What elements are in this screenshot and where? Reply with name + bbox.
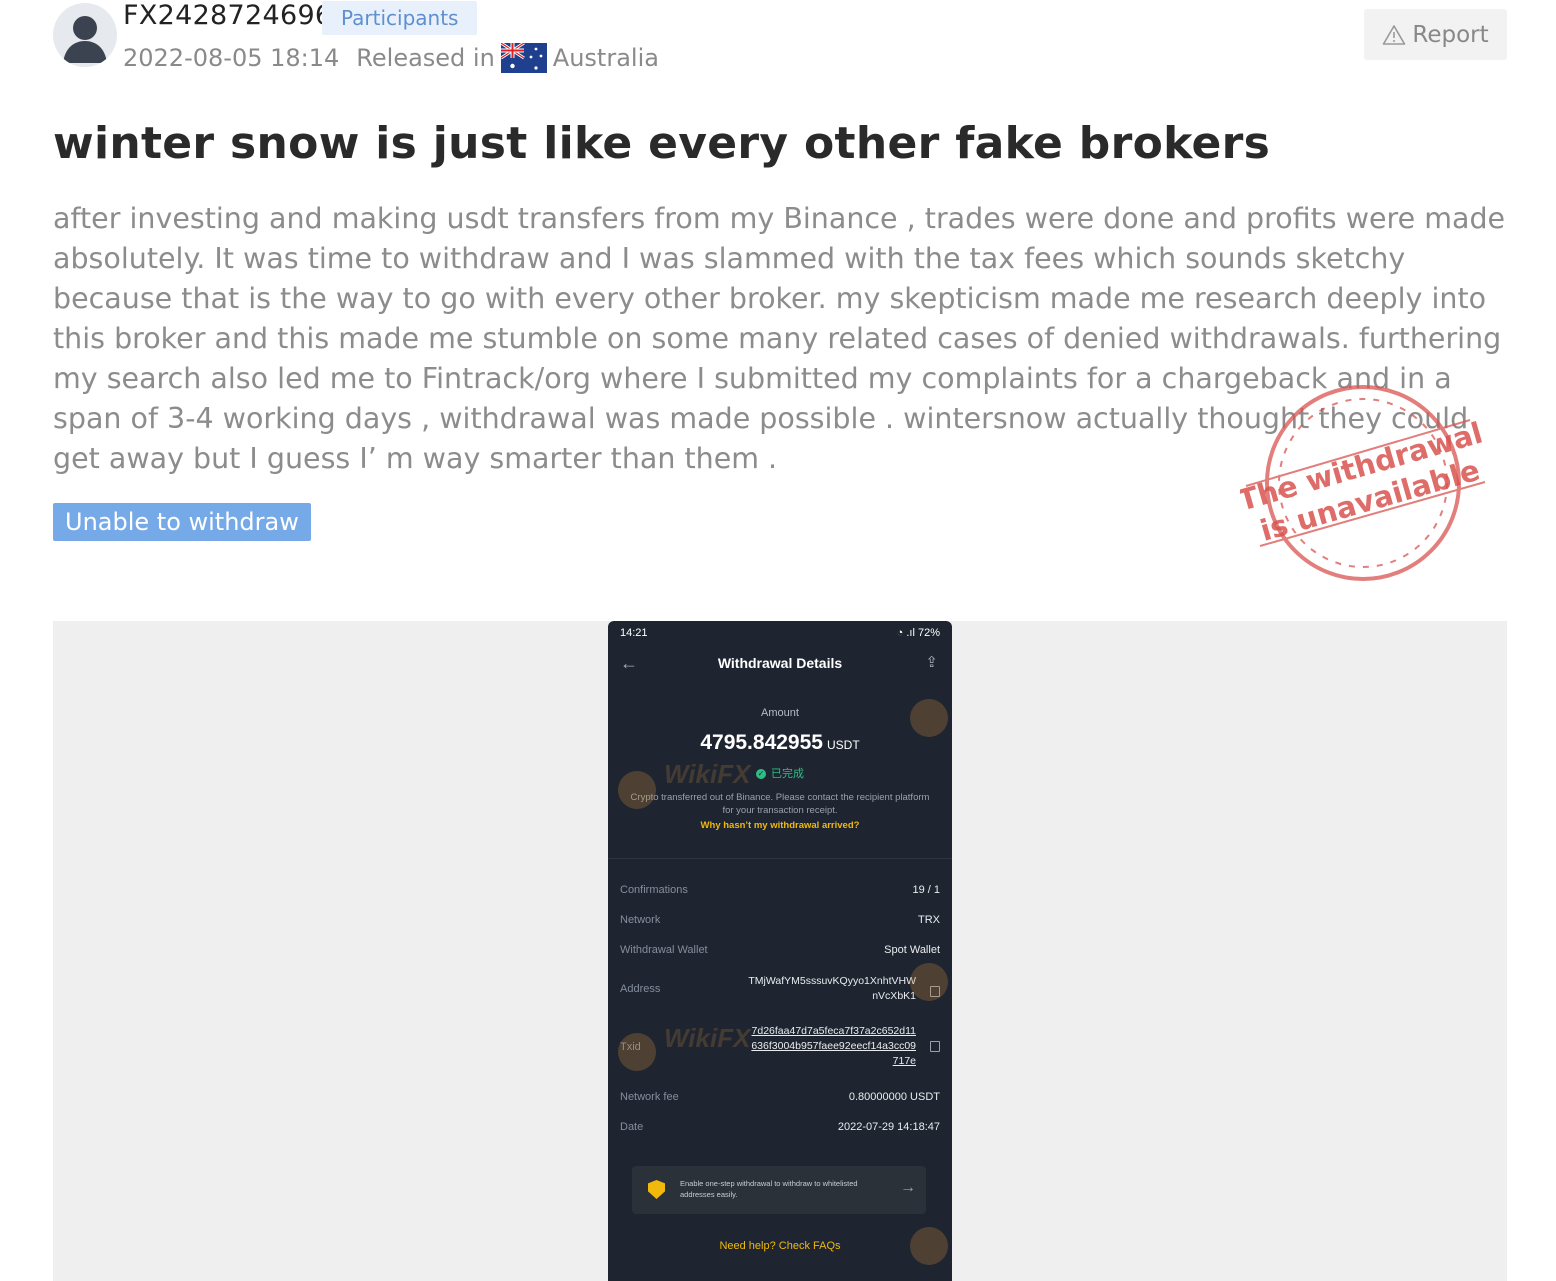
- user-avatar[interactable]: [53, 3, 117, 67]
- report-button[interactable]: Report: [1364, 9, 1507, 60]
- watermark-text: WikiFX: [664, 759, 751, 789]
- username[interactable]: FX2428724696: [123, 0, 332, 31]
- help-faq-link: Need help? Check FAQs: [719, 1240, 841, 1252]
- signal-icon: ◔ .ıl: [896, 627, 918, 639]
- warning-icon: [1383, 24, 1406, 45]
- category-tag[interactable]: Unable to withdraw: [53, 503, 311, 541]
- post-title: winter snow is just like every other fak…: [53, 118, 1271, 169]
- report-label: Report: [1412, 21, 1489, 48]
- watermark-logo: [618, 1033, 656, 1071]
- why-link: Why hasn’t my withdrawal arrived?: [700, 820, 860, 831]
- copy-icon: [930, 1041, 940, 1052]
- watermark-logo: [910, 1227, 948, 1265]
- role-badge: Participants: [322, 1, 478, 35]
- divider: [608, 858, 952, 859]
- row-network-fee: Network fee 0.80000000 USDT: [620, 1091, 940, 1103]
- arrow-right-icon: →: [900, 1179, 916, 1196]
- row-withdrawal-wallet: Withdrawal Wallet Spot Wallet: [620, 944, 940, 956]
- row-confirmations: Confirmations 19 / 1: [620, 884, 940, 896]
- watermark-logo: [910, 963, 948, 1001]
- status-time: 14:21: [620, 627, 648, 639]
- post-date: 2022-08-05 18:14: [123, 44, 340, 72]
- watermark-logo: [910, 699, 948, 737]
- australia-flag-icon: [499, 41, 547, 73]
- status-completed: ✓ 已完成: [756, 768, 804, 780]
- transfer-note: Crypto transferred out of Binance. Pleas…: [630, 792, 930, 816]
- phone-status-bar: 14:21 ◔ .ıl 72%: [620, 627, 940, 639]
- check-icon: ✓: [756, 769, 766, 780]
- share-icon: ⇪: [925, 654, 938, 671]
- watermark-logo: [618, 771, 656, 809]
- country-name: Australia: [552, 44, 659, 72]
- phone-header: ← Withdrawal Details ⇪: [608, 653, 952, 673]
- watermark-text: WikiFX: [664, 1023, 751, 1053]
- row-date: Date 2022-07-29 14:18:47: [620, 1121, 940, 1133]
- released-in-label: Released in: [356, 44, 495, 72]
- row-network: Network TRX: [620, 914, 940, 926]
- user-silhouette-icon: [63, 16, 107, 63]
- phone-title: Withdrawal Details: [717, 655, 843, 671]
- amount-label: Amount: [761, 707, 799, 719]
- post-meta: 2022-08-05 18:14 Released in Australia: [123, 41, 659, 73]
- withdrawal-unavailable-stamp: The withdrawal is unavailable: [1240, 385, 1486, 581]
- row-address: Address TMjWafYM5sssuvKQyyo1XnhtVHWnVcXbK…: [620, 974, 940, 1004]
- battery-level: 72%: [917, 627, 940, 639]
- whitelist-banner: Enable one-step withdrawal to withdraw t…: [632, 1166, 926, 1214]
- shield-icon: [648, 1180, 665, 1199]
- amount-value: 4795.842955 USDT: [700, 731, 860, 754]
- attached-screenshot[interactable]: 14:21 ◔ .ıl 72% ← Withdrawal Details ⇪ A…: [608, 621, 952, 1281]
